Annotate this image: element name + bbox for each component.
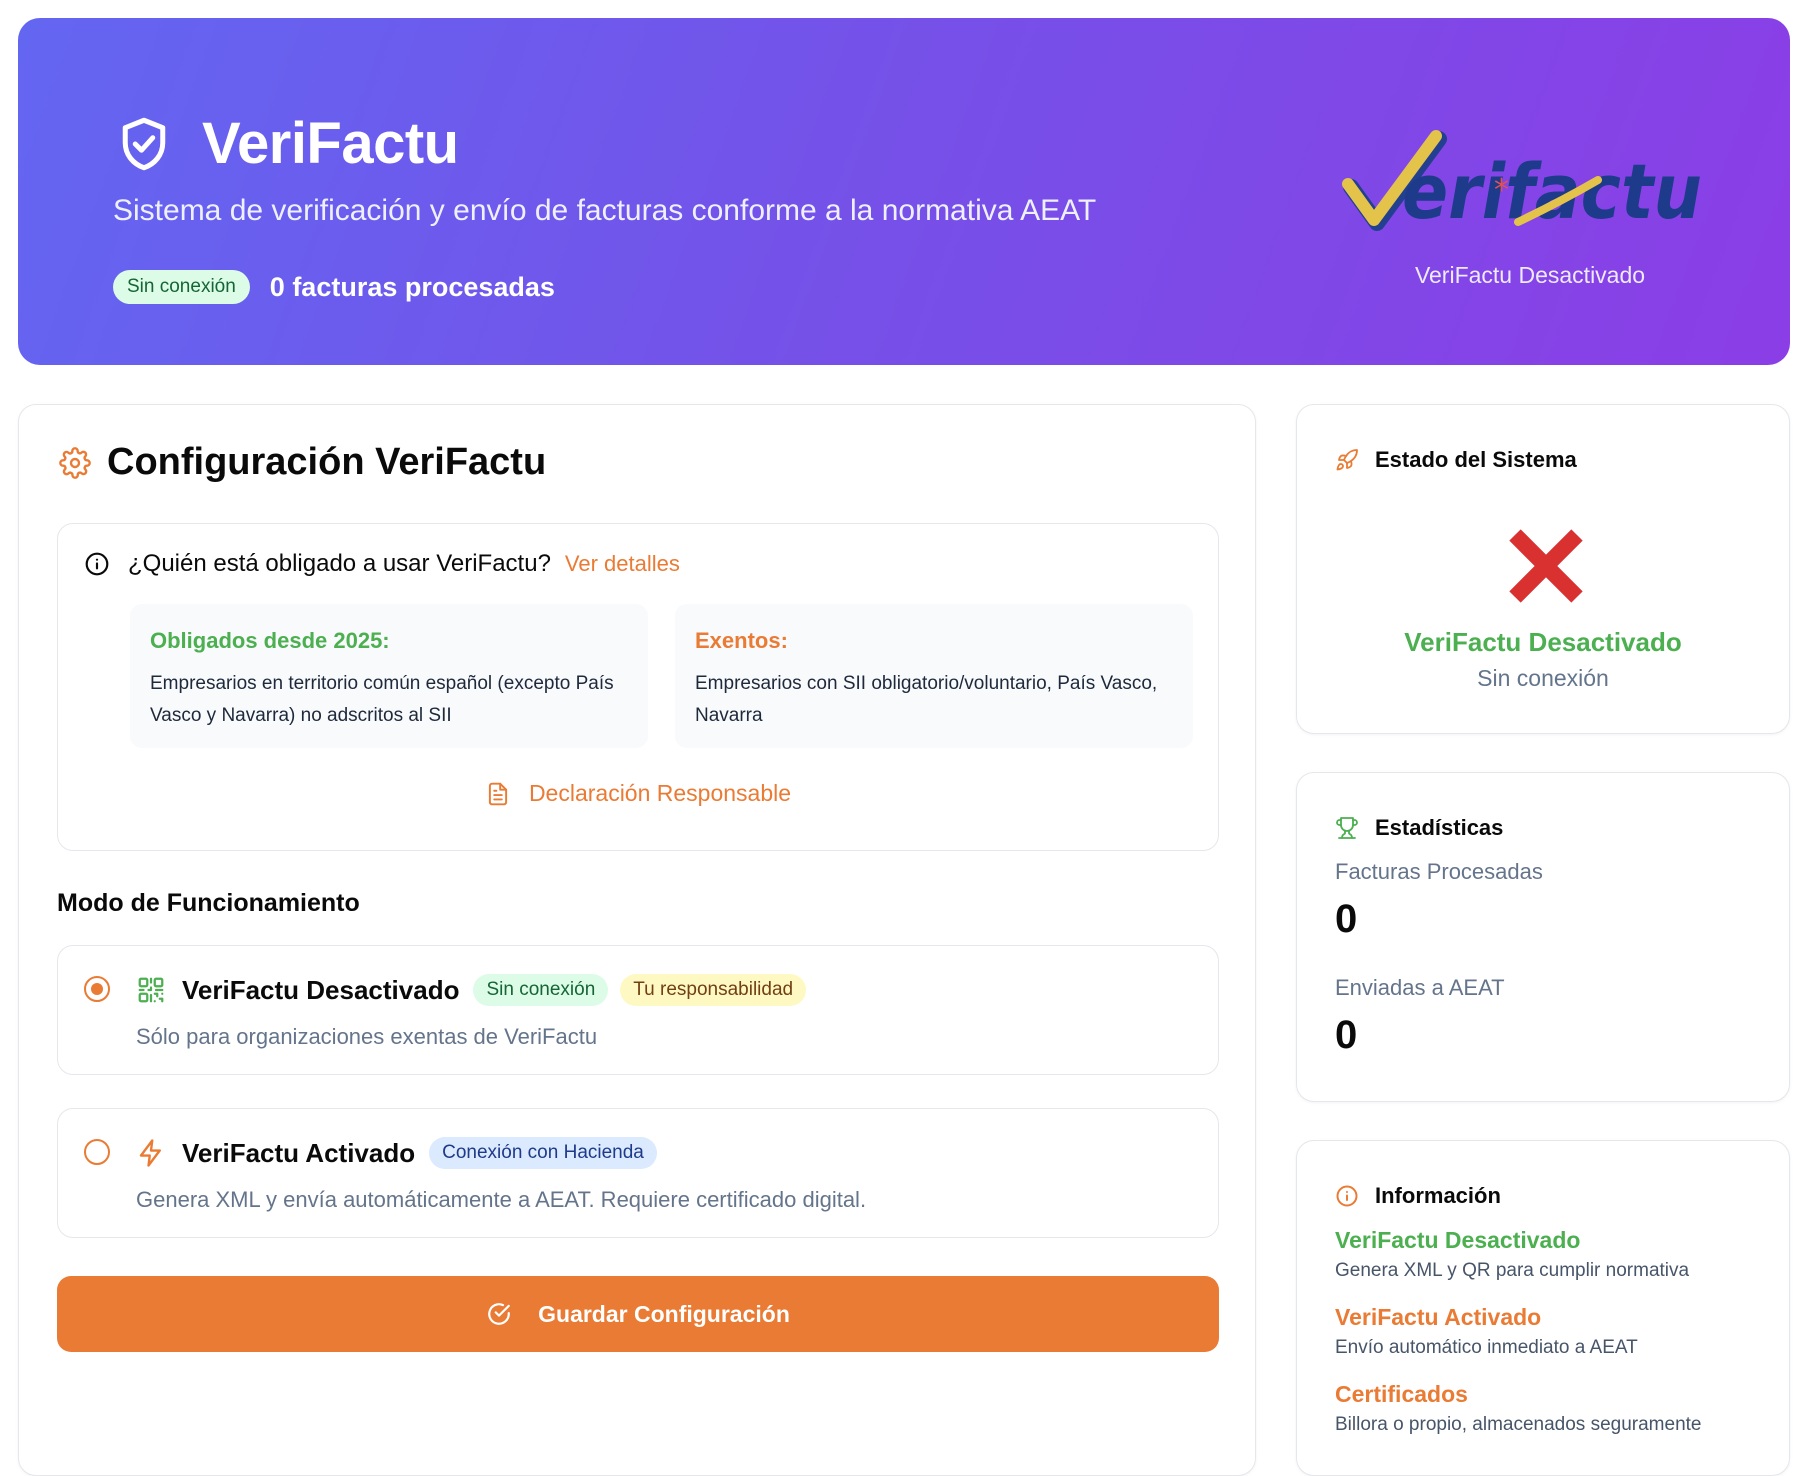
mode-option-disabled[interactable]: VeriFactu Desactivado Sin conexión Tu re… bbox=[57, 945, 1219, 1075]
app-title: VeriFactu bbox=[202, 111, 459, 176]
save-config-label: Guardar Configuración bbox=[538, 1300, 790, 1327]
mode-option-description: Genera XML y envía automáticamente a AEA… bbox=[136, 1187, 867, 1212]
shield-check-icon bbox=[122, 117, 166, 170]
mode-option-header: VeriFactu Activado Conexión con Hacienda bbox=[136, 1137, 669, 1169]
obligation-question: ¿Quién está obligado a usar VeriFactu? bbox=[128, 550, 551, 577]
rocket-icon bbox=[1336, 449, 1358, 471]
mode-option-enabled[interactable]: VeriFactu Activado Conexión con Hacienda… bbox=[57, 1108, 1219, 1238]
stats-header: Estadísticas bbox=[1335, 815, 1503, 841]
app-subtitle: Sistema de verificación y envío de factu… bbox=[113, 194, 1097, 227]
document-icon bbox=[488, 782, 508, 805]
logo-caption: VeriFactu Desactivado bbox=[1414, 262, 1646, 288]
info-header: Información bbox=[1335, 1183, 1501, 1209]
trophy-icon bbox=[1336, 817, 1358, 839]
processed-invoices-label: Facturas Procesadas bbox=[1335, 859, 1543, 884]
connection-status-badge: Sin conexión bbox=[113, 270, 250, 304]
cross-mark-icon bbox=[1509, 529, 1583, 603]
exentos-text: Empresarios con SII obligatorio/voluntar… bbox=[695, 673, 1158, 726]
info-item-title: VeriFactu Activado bbox=[1335, 1304, 1542, 1330]
declaration-link-label: Declaración Responsable bbox=[528, 780, 792, 806]
statistics-card: Estadísticas Facturas Procesadas 0 Envia… bbox=[1296, 772, 1790, 1102]
obligation-info-box: ¿Quién está obligado a usar VeriFactu? V… bbox=[57, 523, 1219, 851]
mode-radio-enabled[interactable] bbox=[84, 1139, 110, 1165]
svg-text:*: * bbox=[1494, 173, 1509, 208]
check-circle-icon bbox=[488, 1303, 510, 1325]
mode-option-description: Sólo para organizaciones exentas de Veri… bbox=[136, 1024, 598, 1049]
declaration-link[interactable]: Declaración Responsable bbox=[58, 780, 1218, 807]
header-title-row: VeriFactu bbox=[114, 110, 459, 177]
info-item-desc: Envío automático inmediato a AEAT bbox=[1335, 1337, 1638, 1358]
verifactu-logo: erifactu * bbox=[1342, 130, 1702, 236]
status-sub-text: Sin conexión bbox=[1477, 665, 1609, 691]
see-details-link[interactable]: Ver detalles bbox=[565, 551, 680, 577]
obligados-title: Obligados desde 2025: bbox=[150, 628, 390, 653]
config-title: Configuración VeriFactu bbox=[107, 441, 547, 483]
exentos-title: Exentos: bbox=[695, 628, 788, 653]
processed-invoices-count: 0 facturas procesadas bbox=[269, 271, 555, 302]
information-card: Información VeriFactu Desactivado Genera… bbox=[1296, 1140, 1790, 1476]
hacienda-connection-badge: Conexión con Hacienda bbox=[429, 1137, 657, 1169]
obligados-box: Obligados desde 2025: Empresarios en ter… bbox=[130, 604, 648, 748]
system-status-card: Estado del Sistema VeriFactu Desactivado… bbox=[1296, 404, 1790, 734]
info-icon bbox=[85, 552, 109, 576]
status-header: Estado del Sistema bbox=[1335, 447, 1577, 473]
mode-option-label: VeriFactu Activado bbox=[182, 1137, 416, 1168]
header-status-row: Sin conexión 0 facturas procesadas bbox=[113, 270, 555, 304]
sent-aeat-label: Enviadas a AEAT bbox=[1335, 975, 1505, 1000]
mode-radio-disabled[interactable] bbox=[84, 976, 110, 1002]
save-config-button[interactable]: Guardar Configuración bbox=[57, 1276, 1219, 1352]
processed-invoices-value: 0 bbox=[1335, 897, 1358, 941]
status-title: Estado del Sistema bbox=[1375, 447, 1577, 472]
status-main-text: VeriFactu Desactivado bbox=[1404, 627, 1682, 657]
mode-option-label: VeriFactu Desactivado bbox=[182, 974, 460, 1005]
info-circle-icon bbox=[1336, 1185, 1358, 1207]
info-item-title: Certificados bbox=[1335, 1381, 1468, 1407]
info-item-desc: Genera XML y QR para cumplir normativa bbox=[1335, 1260, 1690, 1281]
responsibility-badge: Tu responsabilidad bbox=[620, 974, 807, 1006]
exentos-box: Exentos: Empresarios con SII obligatorio… bbox=[675, 604, 1193, 748]
lightning-icon bbox=[139, 1139, 161, 1167]
info-item-title: VeriFactu Desactivado bbox=[1335, 1227, 1581, 1253]
qr-code-icon bbox=[138, 977, 164, 1003]
no-connection-badge: Sin conexión bbox=[473, 974, 609, 1006]
sent-aeat-value: 0 bbox=[1335, 1013, 1358, 1057]
obligation-question-row: ¿Quién está obligado a usar VeriFactu? V… bbox=[84, 550, 680, 578]
config-title-row: Configuración VeriFactu bbox=[59, 441, 546, 484]
info-item-desc: Billora o propio, almacenados segurament… bbox=[1335, 1414, 1702, 1435]
info-title: Información bbox=[1375, 1183, 1501, 1208]
obligados-text: Empresarios en territorio común español … bbox=[150, 673, 614, 726]
config-card: Configuración VeriFactu ¿Quién está obli… bbox=[18, 404, 1256, 1476]
gear-icon bbox=[59, 446, 91, 479]
mode-option-header: VeriFactu Desactivado Sin conexión Tu re… bbox=[136, 974, 818, 1006]
stats-title: Estadísticas bbox=[1375, 815, 1504, 840]
svg-text:erifactu: erifactu bbox=[1402, 147, 1702, 236]
header-banner: VeriFactu Sistema de verificación y enví… bbox=[18, 18, 1790, 365]
mode-title: Modo de Funcionamiento bbox=[57, 889, 360, 917]
